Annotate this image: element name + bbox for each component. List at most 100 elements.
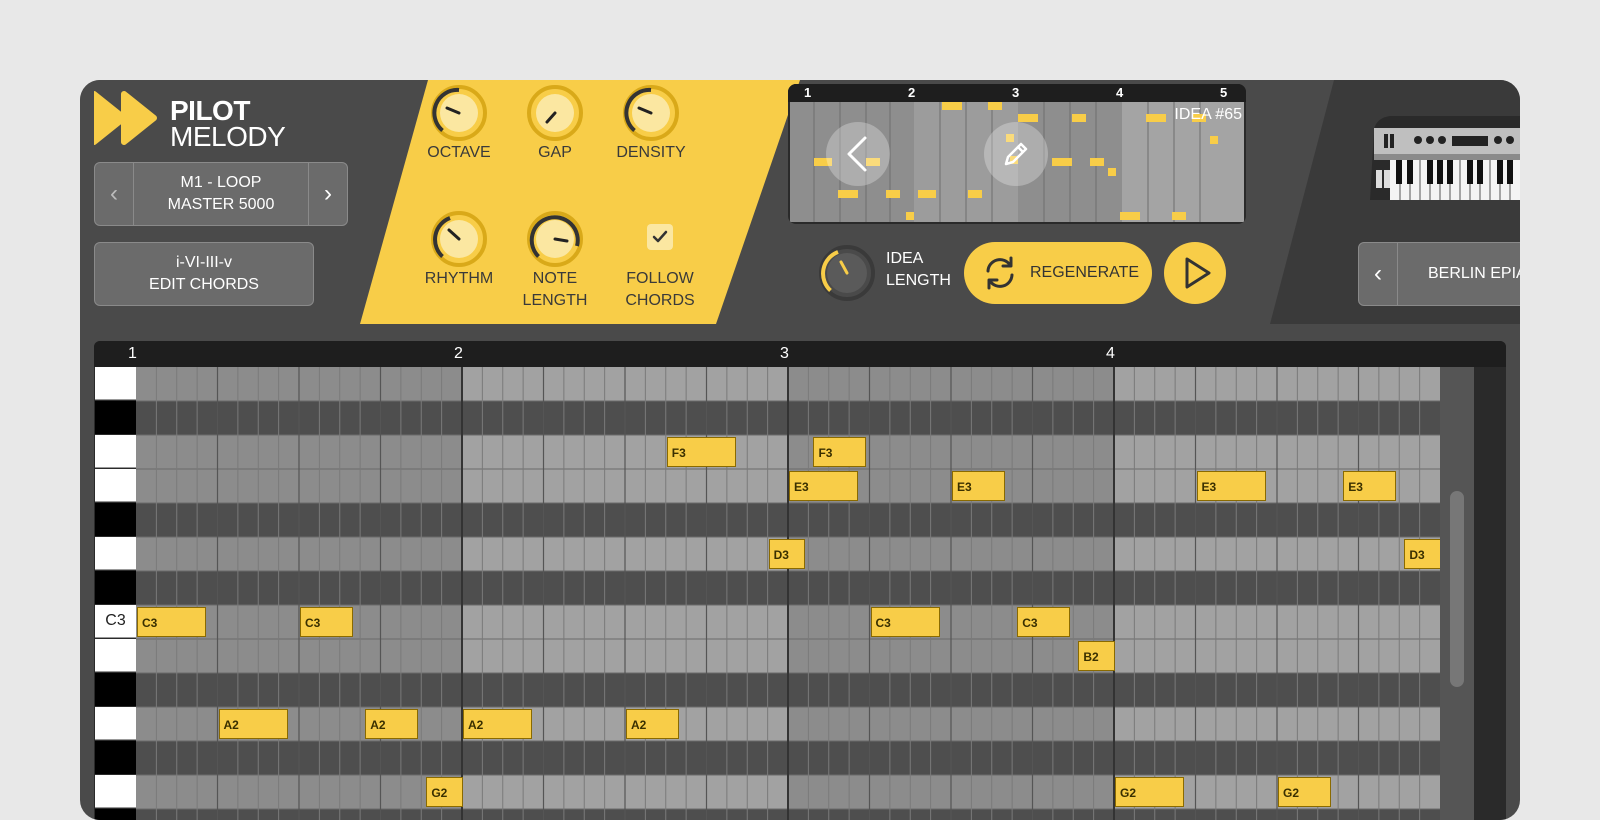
piano-keys: C3	[94, 367, 136, 820]
octave-label: OCTAVE	[427, 144, 491, 161]
piano-key[interactable]	[95, 741, 136, 774]
note-length-knob[interactable]	[526, 210, 584, 268]
piano-key-c3[interactable]: C3	[95, 605, 136, 638]
density-label: DENSITY	[616, 144, 686, 161]
note-f3[interactable]: F3	[666, 437, 737, 467]
note-e3[interactable]: E3	[789, 471, 859, 501]
note-g2[interactable]: G2	[426, 777, 463, 807]
follow-chords-label-1: FOLLOW	[626, 270, 694, 287]
piano-key[interactable]	[95, 571, 136, 604]
note-e3[interactable]: E3	[1343, 471, 1397, 501]
note-length-label-1: NOTE	[532, 270, 578, 287]
regenerate-label: REGENERATE	[1030, 264, 1140, 281]
refresh-icon	[986, 256, 1014, 290]
note-length-label-2: LENGTH	[522, 292, 588, 309]
note-length-label: NOTE LENGTH	[500, 268, 610, 312]
idea-length-label: IDEA LENGTH	[886, 248, 951, 292]
note-e3[interactable]: E3	[952, 471, 1005, 501]
follow-chords-checkbox[interactable]	[647, 224, 673, 250]
piano-key[interactable]	[95, 435, 136, 468]
edit-chords-button[interactable]: i-VI-III-v EDIT CHORDS	[94, 242, 314, 306]
notes-layer: F3 F3 E3 E3 E3 E3 D3 D3 C3 C3 C3 C3 B2 A2 A2 A2 A2 G2 G2 G2	[136, 367, 1441, 820]
note-a2[interactable]: A2	[626, 709, 679, 739]
piano-key[interactable]	[95, 537, 136, 570]
header: PILOT MELODY ‹ M1 - LOOP MASTER 5000 › i…	[80, 80, 1520, 324]
check-icon	[652, 230, 668, 243]
bar-ruler: 1 2 3 4	[94, 341, 1506, 367]
note-c3[interactable]: C3	[300, 607, 353, 637]
idea-ruler-5: 5	[1220, 85, 1228, 100]
idea-ruler-1: 1	[804, 85, 812, 100]
preset-next-button[interactable]: ›	[309, 163, 347, 225]
piano-key[interactable]	[95, 367, 136, 400]
idea-preview[interactable]: 1 2 3 4 5 IDEA #65	[788, 84, 1246, 224]
preset-line2: MASTER 5000	[167, 196, 275, 213]
logo-text: PILOT MELODY	[170, 97, 286, 152]
vertical-scrollbar[interactable]	[1440, 367, 1474, 820]
idea-length-label-2: LENGTH	[886, 272, 951, 289]
piano-key[interactable]	[95, 775, 136, 808]
instrument-name: BERLIN EPIANO	[1428, 265, 1520, 282]
rhythm-label: RHYTHM	[424, 270, 494, 287]
note-c3[interactable]: C3	[1017, 607, 1071, 637]
gap-knob[interactable]	[526, 84, 584, 142]
note-a2[interactable]: A2	[218, 709, 288, 739]
note-f3[interactable]: F3	[813, 437, 867, 467]
instrument-selector[interactable]: ‹ BERLIN EPIANO	[1358, 242, 1520, 306]
note-c3[interactable]: C3	[870, 607, 940, 637]
bar-4-label: 4	[1106, 345, 1115, 362]
idea-ruler-4: 4	[1116, 85, 1124, 100]
note-g2[interactable]: G2	[1115, 777, 1185, 807]
idea-ruler: 1 2 3 4 5	[788, 84, 1246, 102]
note-a2[interactable]: A2	[365, 709, 419, 739]
idea-length-knob[interactable]	[818, 244, 876, 302]
note-e3[interactable]: E3	[1196, 471, 1266, 501]
idea-ruler-2: 2	[908, 85, 916, 100]
idea-length-label-1: IDEA	[886, 250, 924, 267]
piano-key[interactable]	[95, 401, 136, 434]
regenerate-button[interactable]: REGENERATE	[964, 242, 1152, 304]
idea-number: IDEA #65	[1174, 106, 1242, 123]
note-a2[interactable]: A2	[463, 709, 533, 739]
octave-knob[interactable]	[430, 84, 488, 142]
preset-selector: ‹ M1 - LOOP MASTER 5000 ›	[94, 162, 348, 226]
note-b2[interactable]: B2	[1078, 641, 1115, 671]
piano-key[interactable]	[95, 707, 136, 740]
chevron-left-icon	[847, 136, 867, 172]
note-d3[interactable]: D3	[1404, 539, 1441, 569]
bar-2-label: 2	[454, 345, 463, 362]
idea-prev-button[interactable]	[826, 122, 890, 186]
piano-key[interactable]	[95, 673, 136, 706]
note-g2[interactable]: G2	[1278, 777, 1331, 807]
rhythm-knob[interactable]	[430, 210, 488, 268]
preset-line1: M1 - LOOP	[180, 174, 262, 191]
chord-progression: i-VI-III-v	[176, 254, 232, 271]
logo-line2: MELODY	[170, 121, 286, 152]
gap-label: GAP	[538, 144, 572, 161]
bar-3-label: 3	[780, 345, 789, 362]
follow-chords-label-2: CHORDS	[625, 292, 695, 309]
follow-chords-label: FOLLOW CHORDS	[605, 268, 715, 312]
idea-ruler-3: 3	[1012, 85, 1020, 100]
pencil-icon	[1004, 142, 1028, 166]
density-knob[interactable]	[622, 84, 680, 142]
piano-key[interactable]	[95, 809, 136, 820]
note-c3[interactable]: C3	[137, 607, 207, 637]
piano-key[interactable]	[95, 639, 136, 672]
piano-key[interactable]	[95, 503, 136, 536]
play-button[interactable]	[1164, 242, 1226, 304]
instrument-prev-button[interactable]: ‹	[1359, 243, 1398, 305]
play-icon	[1185, 257, 1211, 289]
scrollbar-thumb[interactable]	[1450, 491, 1464, 687]
bar-1-label: 1	[128, 345, 137, 362]
edit-idea-button[interactable]	[984, 122, 1048, 186]
preset-name[interactable]: M1 - LOOP MASTER 5000	[133, 163, 309, 225]
piano-key[interactable]	[95, 469, 136, 502]
preset-prev-button[interactable]: ‹	[95, 163, 133, 225]
logo: PILOT MELODY	[94, 90, 294, 151]
note-d3[interactable]: D3	[768, 539, 806, 569]
fast-forward-logo-icon	[94, 91, 157, 145]
edit-chords-label: EDIT CHORDS	[149, 276, 259, 293]
piano-roll[interactable]: 1 2 3 4 C3 F3 F3 E3 E3 E3 E3 D3 D3 C3 C3…	[94, 341, 1506, 820]
app-window: PILOT MELODY ‹ M1 - LOOP MASTER 5000 › i…	[80, 80, 1520, 820]
